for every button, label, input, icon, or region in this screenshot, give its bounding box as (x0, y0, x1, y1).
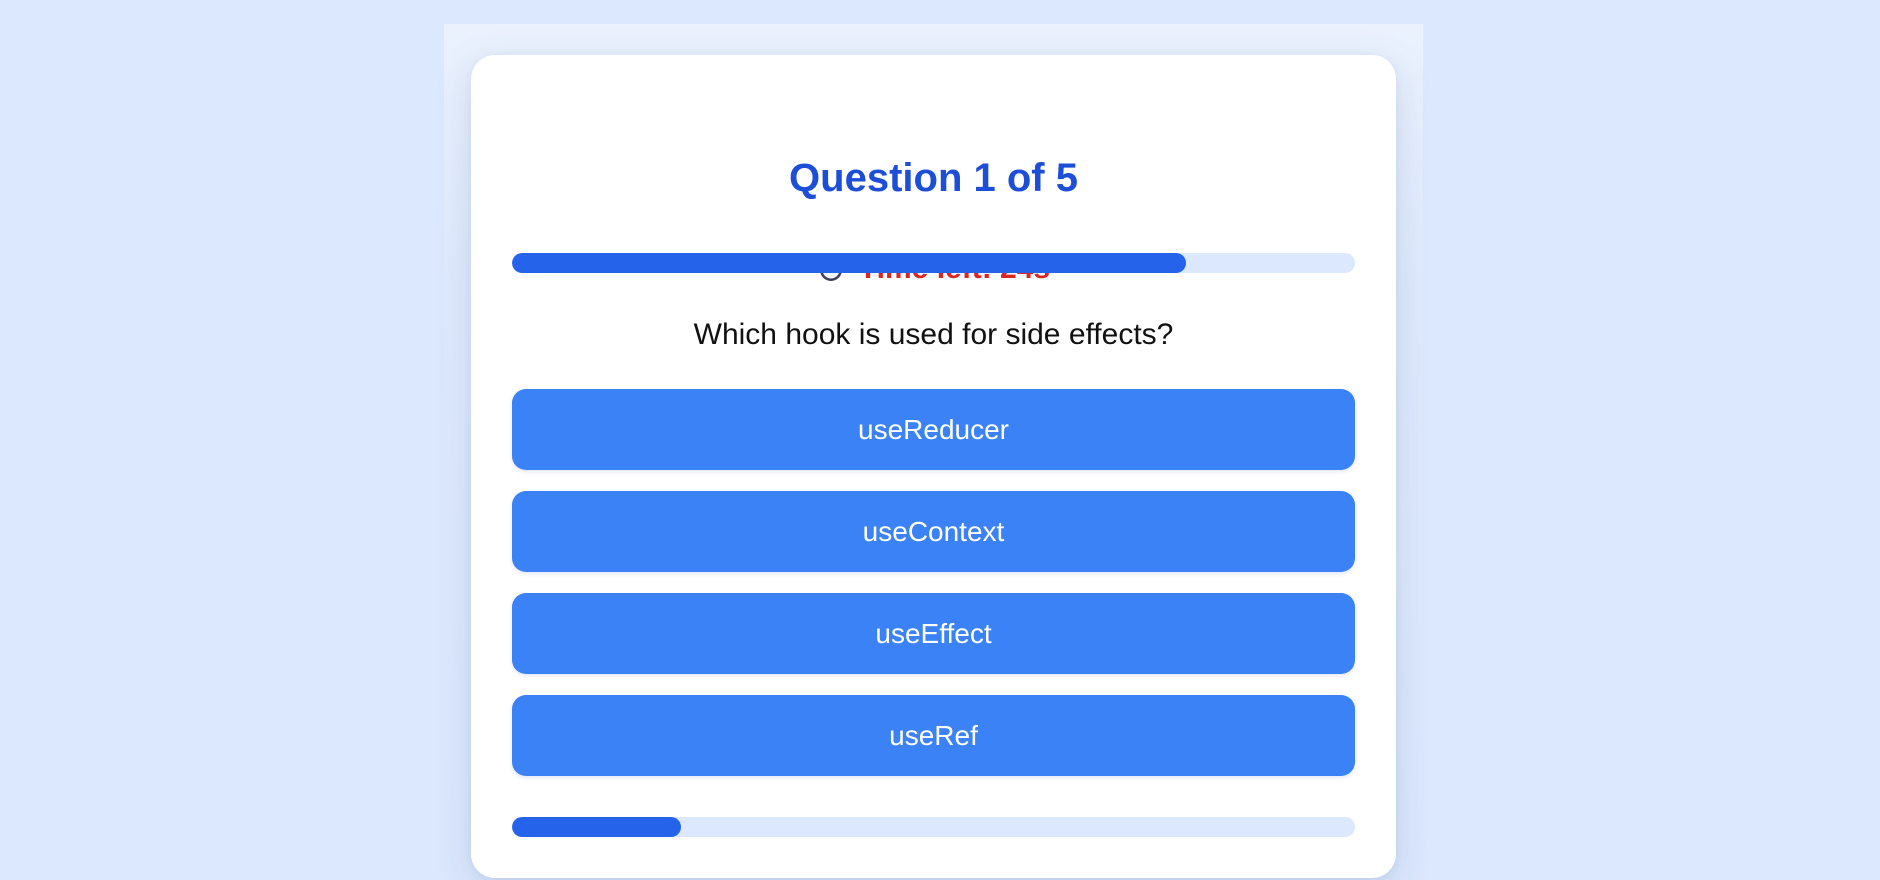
answer-option-button[interactable]: useReducer (512, 389, 1355, 470)
quiz-page: Question 1 of 5 Time left: 24s Which hoo… (0, 0, 1880, 880)
question-text: Which hook is used for side effects? (693, 318, 1174, 351)
quiz-progress-bar (512, 817, 1355, 837)
quiz-card: Question 1 of 5 Time left: 24s Which hoo… (471, 55, 1396, 878)
quiz-progress-fill (512, 817, 681, 837)
answer-options: useReducer useContext useEffect useRef (512, 389, 1355, 797)
timer-bar (512, 253, 1355, 273)
answer-option-button[interactable]: useRef (512, 695, 1355, 776)
answer-option-button[interactable]: useContext (512, 491, 1355, 572)
answer-option-button[interactable]: useEffect (512, 593, 1355, 674)
timer-bar-fill (512, 253, 1187, 273)
question-counter-title: Question 1 of 5 (789, 156, 1078, 200)
